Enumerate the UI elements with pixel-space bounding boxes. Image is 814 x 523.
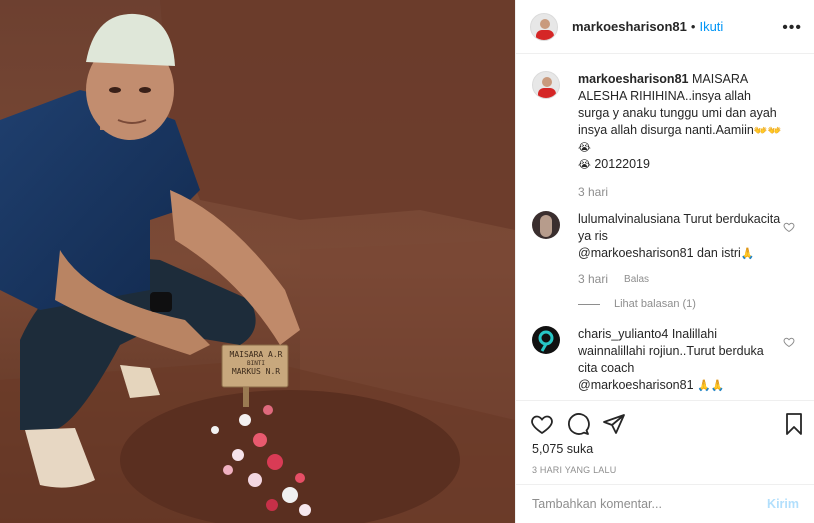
reply-button[interactable]: Balas: [624, 274, 649, 286]
post-comment-button[interactable]: Kirim: [767, 497, 799, 511]
avatar[interactable]: [532, 71, 560, 99]
caption: markoesharison81 MAISARA ALESHA RIHIHINA…: [532, 71, 799, 199]
post-photo[interactable]: MAISARA A.R BINTI MARKUS N.R: [0, 0, 515, 523]
comment-suffix-emoji: 🙏🙏: [697, 379, 725, 392]
comments-list[interactable]: markoesharison81 MAISARA ALESHA RIHIHINA…: [516, 55, 814, 400]
post-side-panel: markoesharison81 • Ikuti ••• markoeshari…: [515, 0, 814, 523]
comment-text: charis_yulianto4 Inalillahi wainnalillah…: [578, 326, 783, 394]
comment-text: lulumalvinalusiana Turut berdukacita ya …: [578, 211, 783, 262]
follow-button[interactable]: Ikuti: [699, 19, 723, 34]
post-header: markoesharison81 • Ikuti •••: [516, 0, 814, 54]
post-photo-illustration: [0, 0, 515, 523]
post-date[interactable]: 3 HARI YANG LALU: [532, 465, 616, 475]
instagram-post-view: MAISARA A.R BINTI MARKUS N.R markoeshari…: [0, 0, 814, 523]
comment-time[interactable]: 3 hari: [578, 272, 608, 286]
header-separator: •: [690, 19, 696, 34]
comment-username[interactable]: charis_yulianto4: [578, 327, 668, 341]
comment-input[interactable]: Tambahkan komentar...: [532, 497, 767, 511]
sign-line-2: BINTI: [246, 360, 266, 367]
avatar[interactable]: [532, 211, 560, 239]
comment-meta: 3 hari Balas: [578, 272, 783, 286]
caption-text: markoesharison81 MAISARA ALESHA RIHIHINA…: [578, 71, 783, 173]
sign-line-1: MAISARA A.R: [229, 350, 283, 359]
caption-time[interactable]: 3 hari: [578, 185, 608, 199]
logo-icon: [538, 330, 554, 352]
likes-count[interactable]: 5,075 suka: [532, 442, 593, 456]
comment-suffix: dan istri: [697, 246, 741, 260]
sign-text: MAISARA A.R BINTI MARKUS N.R: [225, 350, 287, 377]
replies-line: [578, 303, 600, 305]
header-username[interactable]: markoesharison81: [572, 19, 687, 34]
add-comment-bar: Tambahkan komentar... Kirim: [516, 484, 814, 523]
comment-mention[interactable]: @markoesharison81: [578, 246, 694, 260]
caption-emoji-2: 😭: [578, 158, 591, 171]
action-bar: [516, 400, 814, 440]
sign-line-3: MARKUS N.R: [231, 367, 281, 376]
comment-item: charis_yulianto4 Inalillahi wainnalillah…: [532, 326, 799, 394]
comment-item: lulumalvinalusiana Turut berdukacita ya …: [532, 211, 799, 286]
share-icon[interactable]: [602, 412, 626, 436]
caption-username[interactable]: markoesharison81: [578, 72, 688, 86]
bookmark-icon[interactable]: [782, 412, 806, 436]
like-heart-icon[interactable]: [530, 412, 554, 436]
comment-icon[interactable]: [566, 412, 590, 436]
comment-mention[interactable]: @markoesharison81: [578, 378, 694, 392]
heart-icon[interactable]: [783, 336, 795, 348]
comment-suffix-emoji: 🙏: [740, 247, 755, 260]
more-icon[interactable]: •••: [782, 19, 802, 37]
view-replies-label[interactable]: Lihat balasan (1): [614, 298, 696, 310]
avatar[interactable]: [532, 326, 560, 354]
caption-date-text: 20122019: [594, 157, 650, 171]
avatar[interactable]: [530, 12, 558, 41]
caption-meta: 3 hari: [578, 185, 783, 199]
comment-username[interactable]: lulumalvinalusiana: [578, 212, 680, 226]
heart-icon[interactable]: [783, 221, 795, 233]
view-replies[interactable]: Lihat balasan (1): [578, 298, 799, 310]
